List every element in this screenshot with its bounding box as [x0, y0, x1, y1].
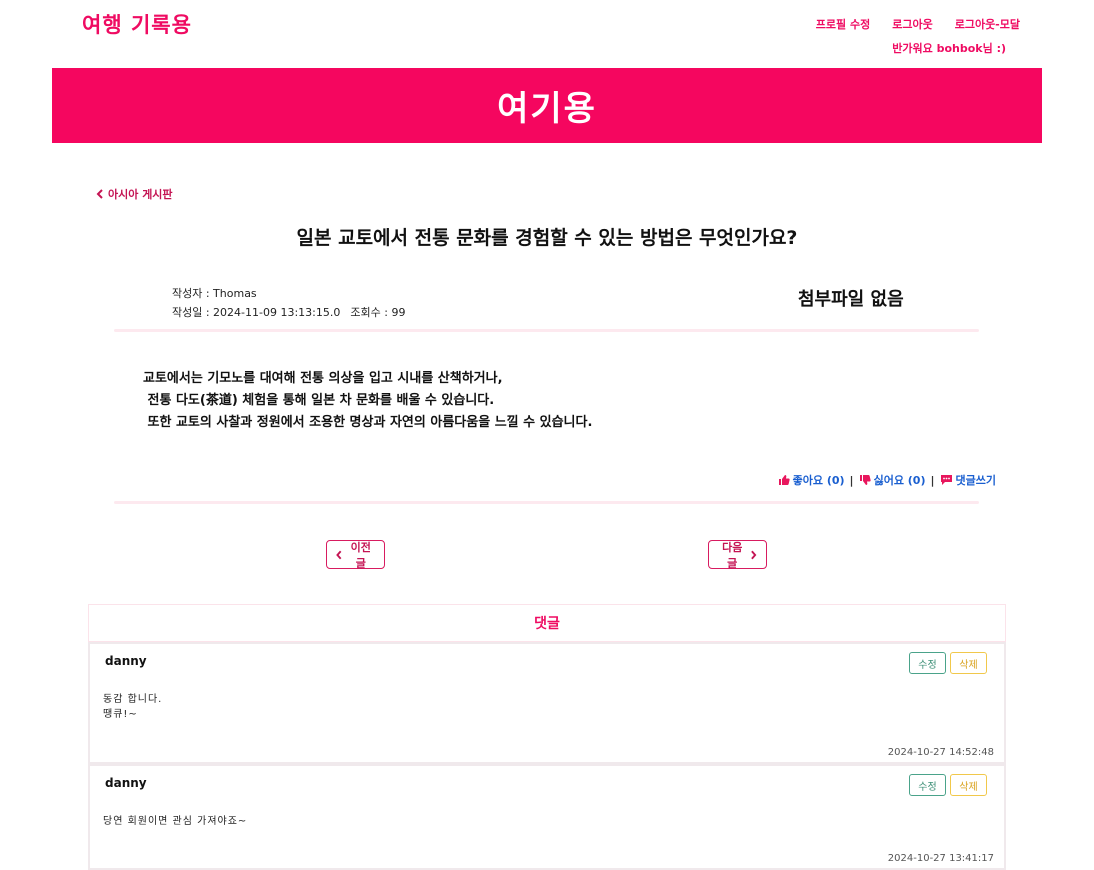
back-to-board-link[interactable]: 아시아 게시판	[96, 186, 173, 202]
like-label: 좋아요 (0)	[792, 474, 845, 487]
dislike-label: 싫어요 (0)	[873, 474, 926, 487]
next-post-label: 다음글	[722, 541, 743, 570]
post-title: 일본 교토에서 전통 문화를 경험할 수 있는 방법은 무엇인가요?	[296, 227, 798, 249]
post-meta: 작성자 : Thomas 작성일 : 2024-11-09 13:13:15.0…	[172, 284, 405, 322]
nav-logout[interactable]: 로그아웃	[892, 16, 932, 32]
back-link-label: 아시아 게시판	[108, 188, 173, 201]
comment-date: 2024-10-27 13:41:17	[887, 853, 994, 864]
hero-banner: 여기용	[52, 68, 1042, 143]
banner-title: 여기용	[497, 89, 597, 129]
divider	[114, 501, 979, 504]
delete-comment-button[interactable]: 삭제	[950, 652, 987, 674]
comment-item: danny 수정 삭제 동감 합니다. 땡큐!~ 2024-10-27 14:5…	[88, 642, 1006, 764]
comment-text: 동감 합니다. 땡큐!~	[103, 694, 163, 720]
comment-date: 2024-10-27 14:52:48	[887, 747, 994, 758]
chevron-left-icon	[96, 189, 103, 199]
comment-author: danny	[105, 776, 147, 790]
comment-author: danny	[105, 654, 147, 668]
edit-comment-button[interactable]: 수정	[909, 774, 946, 796]
site-logo[interactable]: 여행 기록용	[82, 9, 192, 39]
comments-heading: 댓글	[89, 605, 1005, 643]
chevron-right-icon	[751, 550, 757, 559]
reaction-separator: |	[930, 473, 935, 487]
top-nav: 프로필 수정 로그아웃 로그아웃-모달	[816, 16, 1020, 32]
like-button[interactable]: 좋아요 (0)	[778, 472, 845, 488]
post-author: 작성자 : Thomas	[172, 287, 257, 300]
dislike-button[interactable]: 싫어요 (0)	[859, 472, 926, 488]
nav-logout-modal[interactable]: 로그아웃-모달	[955, 16, 1020, 32]
post-content: 교토에서는 기모노를 대여해 전통 의상을 입고 시내를 산책하거나, 전통 다…	[143, 371, 593, 430]
divider	[114, 329, 979, 332]
next-post-button[interactable]: 다음글	[708, 540, 767, 570]
reaction-bar: 좋아요 (0) | 싫어요 (0) | 댓글쓰기	[778, 472, 996, 488]
post-date-views: 작성일 : 2024-11-09 13:13:15.0 조회수 : 99	[172, 303, 405, 322]
chevron-left-icon	[336, 550, 342, 559]
prev-post-label: 이전글	[350, 541, 371, 570]
user-greeting: 반가워요 bohbok님 :)	[892, 42, 1006, 55]
delete-comment-button[interactable]: 삭제	[950, 774, 987, 796]
post-views: 조회수 : 99	[350, 306, 406, 319]
top-header: 여행 기록용 프로필 수정 로그아웃 로그아웃-모달 반가워요 bohbok님 …	[0, 0, 1094, 68]
prev-post-button[interactable]: 이전글	[326, 540, 385, 570]
thumbs-down-icon	[859, 475, 871, 485]
post-date: 작성일 : 2024-11-09 13:13:15.0	[172, 306, 341, 319]
edit-comment-button[interactable]: 수정	[909, 652, 946, 674]
attachment-status: 첨부파일 없음	[798, 289, 904, 310]
nav-edit-profile[interactable]: 프로필 수정	[816, 16, 870, 32]
reaction-separator: |	[849, 473, 854, 487]
comment-item: danny 수정 삭제 당연 회원이면 관심 가져야죠~ 2024-10-27 …	[88, 764, 1006, 870]
comment-icon	[940, 475, 952, 485]
write-comment-button[interactable]: 댓글쓰기	[940, 472, 996, 488]
write-comment-label: 댓글쓰기	[955, 474, 996, 487]
comment-text: 당연 회원이면 관심 가져야죠~	[103, 816, 248, 827]
thumbs-up-icon	[778, 475, 790, 485]
